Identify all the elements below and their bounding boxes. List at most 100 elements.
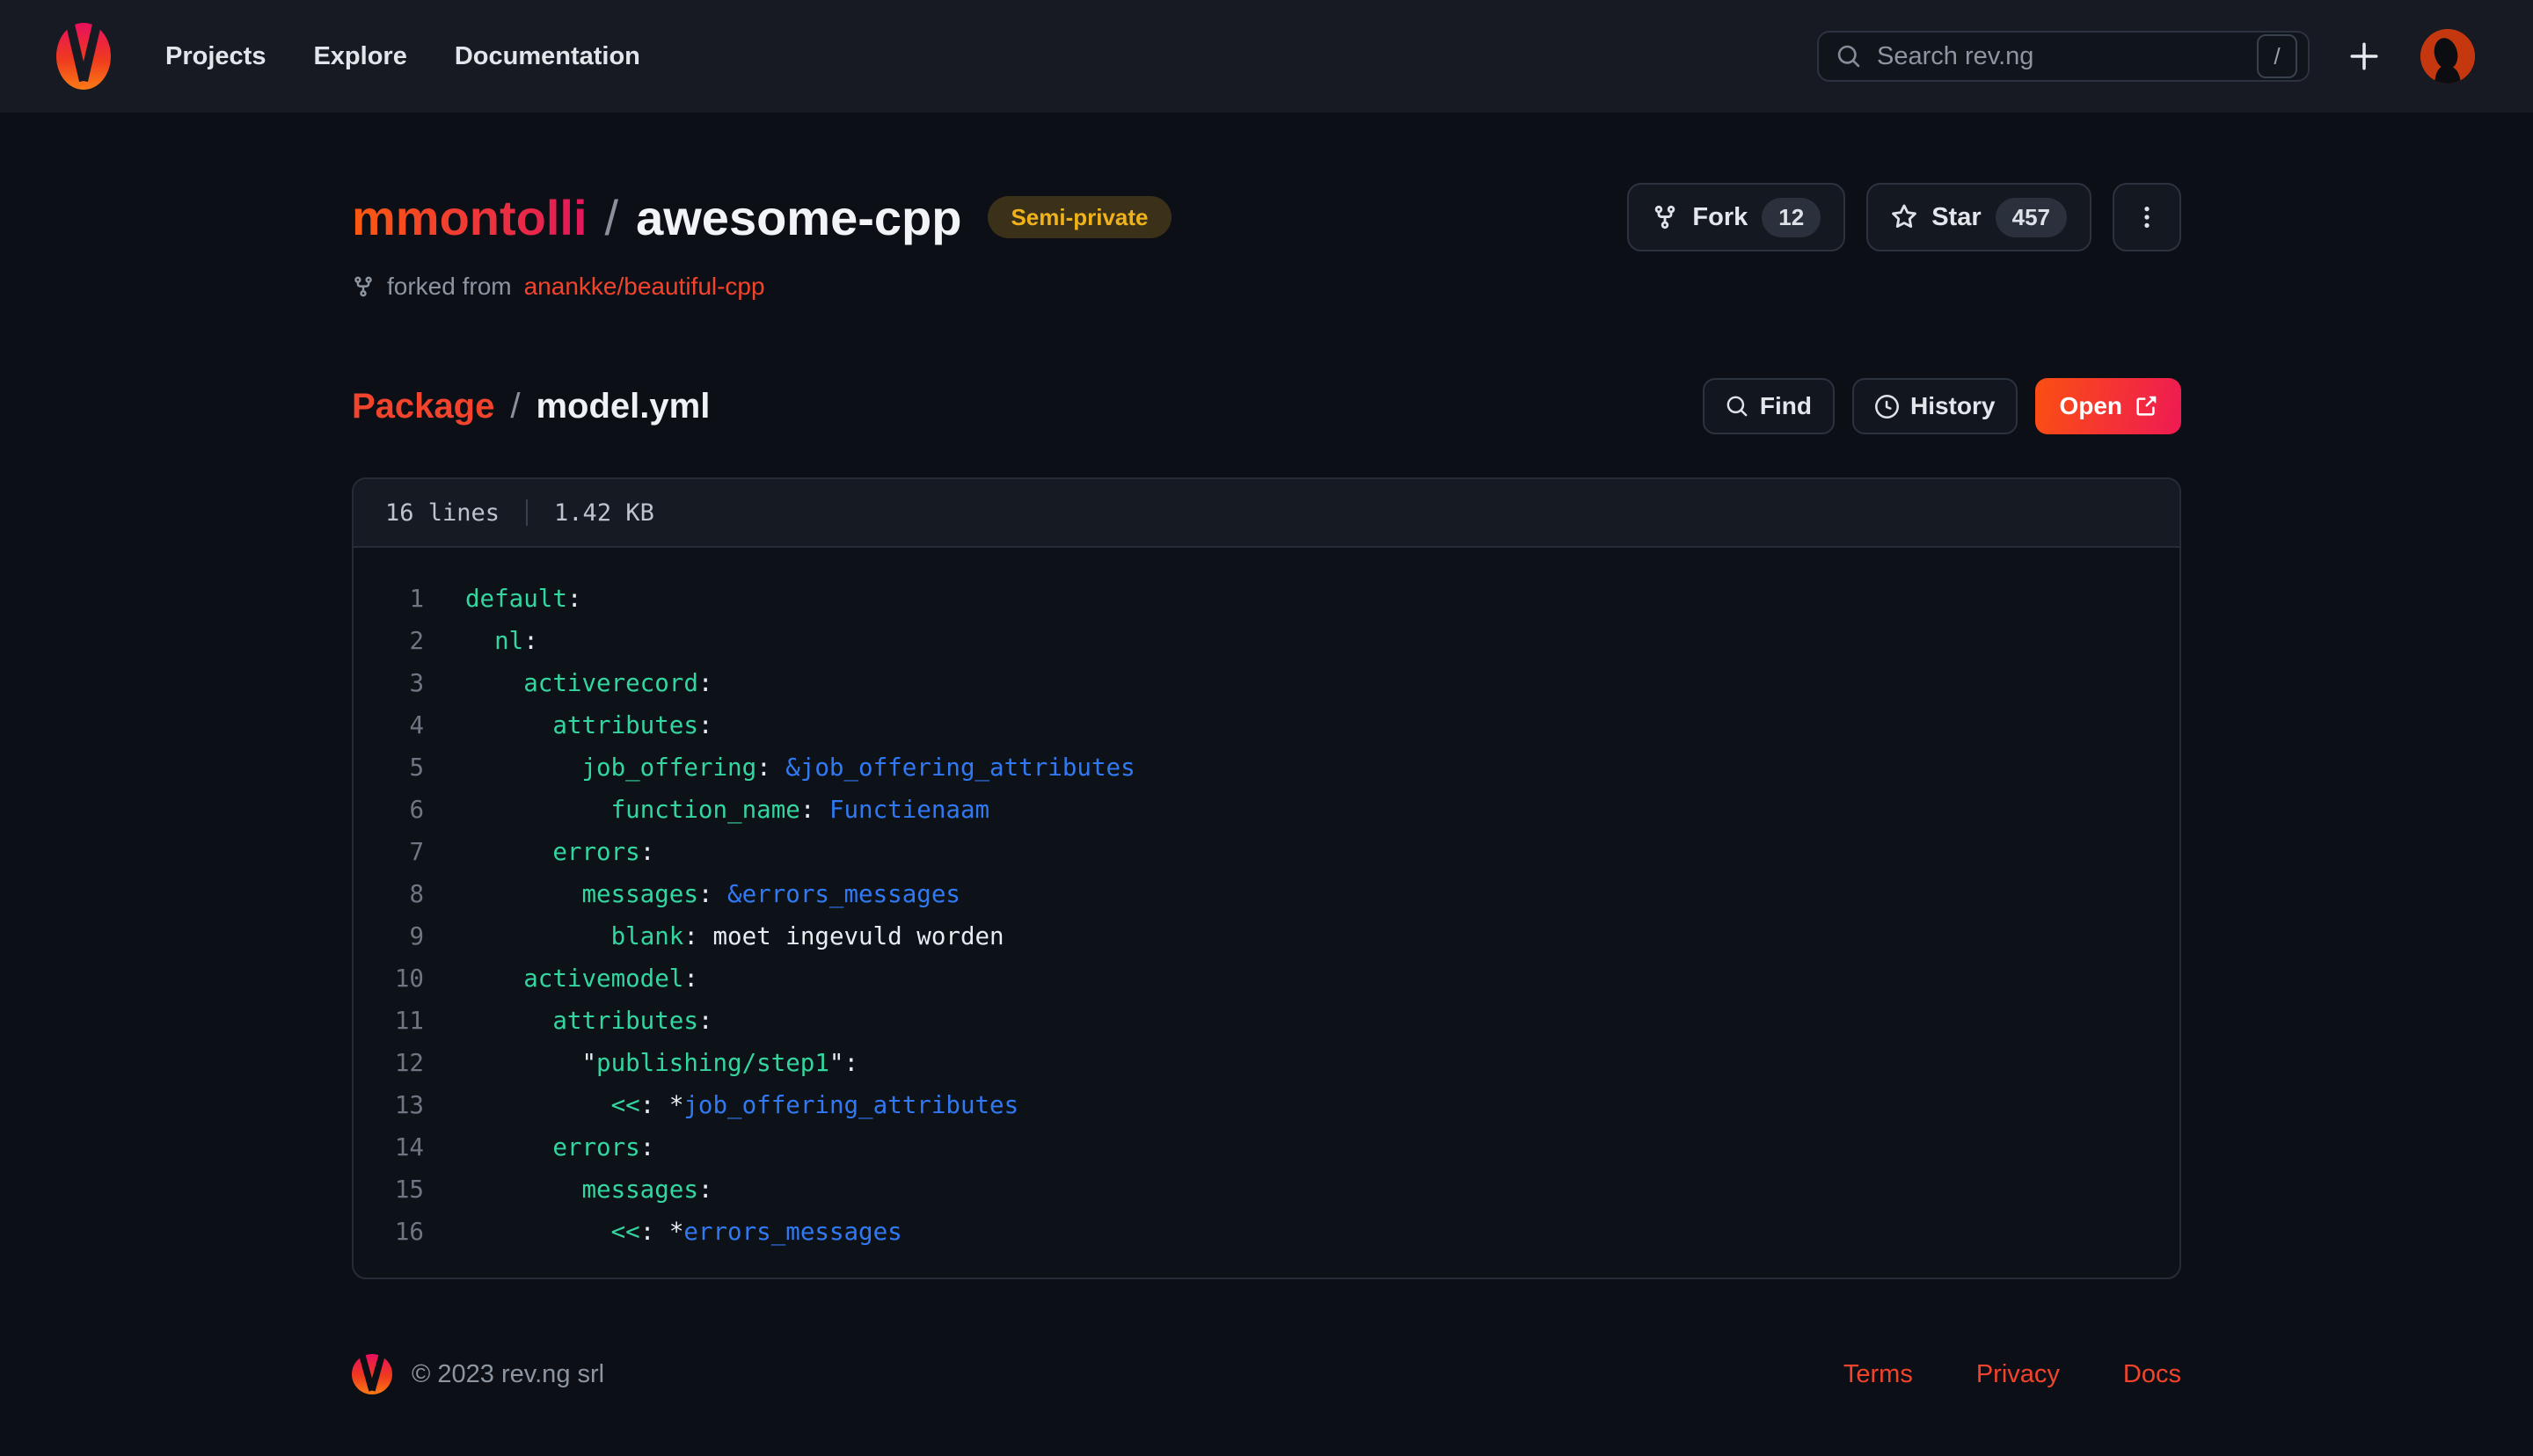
footer-logo[interactable]	[352, 1354, 392, 1394]
main-content: mmontolli / awesome-cpp Semi-private For…	[352, 183, 2181, 1279]
file-actions: Find History Open	[1703, 378, 2181, 434]
code-line: 5 job_offering: &job_offering_attributes	[354, 746, 2179, 789]
code-text: blank: moet ingevuld worden	[465, 922, 1004, 950]
visibility-badge: Semi-private	[988, 196, 1171, 238]
open-button-label: Open	[2059, 392, 2122, 420]
avatar-portrait	[2420, 29, 2475, 84]
repo-owner-link[interactable]: mmontolli	[352, 189, 588, 246]
file-viewer-card: 16 lines 1.42 KB 1default:2 nl:3 activer…	[352, 477, 2181, 1279]
footer-brand: © 2023 rev.ng srl	[352, 1354, 604, 1394]
code-viewer: 1default:2 nl:3 activerecord:4 attribute…	[354, 548, 2179, 1278]
repo-actions: Fork 12 Star 457	[1627, 183, 2181, 251]
search-icon	[1836, 44, 1861, 69]
fork-count-badge: 12	[1762, 198, 1821, 237]
file-meta-bar: 16 lines 1.42 KB	[354, 479, 2179, 548]
code-line: 9 blank: moet ingevuld worden	[354, 915, 2179, 957]
code-text: <<: *job_offering_attributes	[465, 1091, 1018, 1119]
breadcrumb-package-link[interactable]: Package	[352, 387, 494, 426]
code-line: 16 <<: *errors_messages	[354, 1211, 2179, 1253]
code-text: default:	[465, 585, 581, 613]
plus-icon	[2347, 39, 2382, 74]
breadcrumb-separator: /	[510, 387, 520, 426]
line-number: 11	[383, 1007, 424, 1035]
code-line: 12 "publishing/step1":	[354, 1042, 2179, 1084]
code-line: 8 messages: &errors_messages	[354, 873, 2179, 915]
code-text: activerecord:	[465, 669, 712, 697]
star-button[interactable]: Star 457	[1866, 183, 2091, 251]
code-text: job_offering: &job_offering_attributes	[465, 753, 1135, 782]
code-line: 3 activerecord:	[354, 662, 2179, 704]
forked-from-text: forked from	[387, 273, 512, 301]
fork-button-label: Fork	[1692, 203, 1748, 232]
fork-button[interactable]: Fork 12	[1627, 183, 1845, 251]
line-number: 1	[383, 585, 424, 613]
line-number: 12	[383, 1049, 424, 1077]
code-text: errors:	[465, 838, 654, 866]
find-button[interactable]: Find	[1703, 378, 1835, 434]
repo-name-link[interactable]: awesome-cpp	[636, 189, 961, 246]
nav-link-documentation[interactable]: Documentation	[455, 0, 640, 113]
line-number: 8	[383, 880, 424, 908]
repo-title-separator: /	[605, 189, 619, 246]
code-text: activemodel:	[465, 965, 698, 993]
forked-from-link[interactable]: anankke/beautiful-cpp	[524, 273, 765, 301]
star-count-badge: 457	[1996, 198, 2067, 237]
more-options-button[interactable]	[2113, 183, 2181, 251]
open-button[interactable]: Open	[2035, 378, 2181, 434]
line-number: 7	[383, 838, 424, 866]
line-number: 2	[383, 627, 424, 655]
user-avatar[interactable]	[2420, 29, 2475, 84]
top-navigation-bar: Projects Explore Documentation /	[0, 0, 2533, 113]
line-number: 14	[383, 1133, 424, 1161]
code-line: 13 <<: *job_offering_attributes	[354, 1084, 2179, 1126]
code-text: nl:	[465, 627, 538, 655]
code-text: function_name: Functienaam	[465, 796, 989, 824]
fork-icon	[1652, 204, 1678, 230]
repo-header: mmontolli / awesome-cpp Semi-private For…	[352, 183, 2181, 251]
code-line: 1 default:	[354, 578, 2179, 620]
code-text: errors:	[465, 1133, 654, 1161]
page-footer: © 2023 rev.ng srl Terms Privacy Docs	[0, 1334, 2533, 1415]
code-line: 14 errors:	[354, 1126, 2179, 1168]
star-icon	[1891, 204, 1917, 230]
nav-link-explore[interactable]: Explore	[313, 0, 406, 113]
code-line: 4 attributes:	[354, 704, 2179, 746]
footer-link-privacy[interactable]: Privacy	[1976, 1360, 2060, 1389]
line-number: 3	[383, 669, 424, 697]
code-line: 2 nl:	[354, 620, 2179, 662]
code-text: attributes:	[465, 1007, 712, 1035]
nav-links: Projects Explore Documentation	[165, 0, 640, 113]
forked-from-line: forked from anankke/beautiful-cpp	[352, 269, 2181, 304]
code-line: 15 messages:	[354, 1168, 2179, 1211]
breadcrumb-filename: model.yml	[536, 387, 710, 426]
fork-icon-small	[352, 275, 375, 298]
code-text: messages: &errors_messages	[465, 880, 960, 908]
external-link-icon	[2134, 395, 2157, 419]
brand-logo[interactable]	[56, 23, 111, 90]
line-number: 10	[383, 965, 424, 993]
line-number: 16	[383, 1218, 424, 1246]
kebab-menu-icon	[2134, 204, 2160, 230]
footer-link-terms[interactable]: Terms	[1843, 1360, 1913, 1389]
nav-link-projects[interactable]: Projects	[165, 0, 266, 113]
file-size: 1.42 KB	[554, 499, 654, 527]
code-line: 11 attributes:	[354, 1000, 2179, 1042]
find-search-icon	[1726, 395, 1748, 418]
code-line: 6 function_name: Functienaam	[354, 789, 2179, 831]
code-text: messages:	[465, 1176, 712, 1204]
code-text: attributes:	[465, 711, 712, 739]
history-button[interactable]: History	[1852, 378, 2018, 434]
line-number: 13	[383, 1091, 424, 1119]
search-input[interactable]	[1875, 41, 2257, 72]
file-breadcrumb-row: Package / model.yml Find History Open	[352, 378, 2181, 434]
line-number: 4	[383, 711, 424, 739]
line-number: 5	[383, 753, 424, 782]
search-box[interactable]: /	[1817, 31, 2310, 82]
footer-link-docs[interactable]: Docs	[2123, 1360, 2181, 1389]
meta-divider	[526, 499, 528, 526]
copyright-text: © 2023 rev.ng srl	[412, 1360, 604, 1389]
repo-title: mmontolli / awesome-cpp Semi-private	[352, 189, 1172, 246]
line-number: 6	[383, 796, 424, 824]
code-line: 10 activemodel:	[354, 957, 2179, 1000]
add-new-button[interactable]	[2347, 39, 2382, 74]
